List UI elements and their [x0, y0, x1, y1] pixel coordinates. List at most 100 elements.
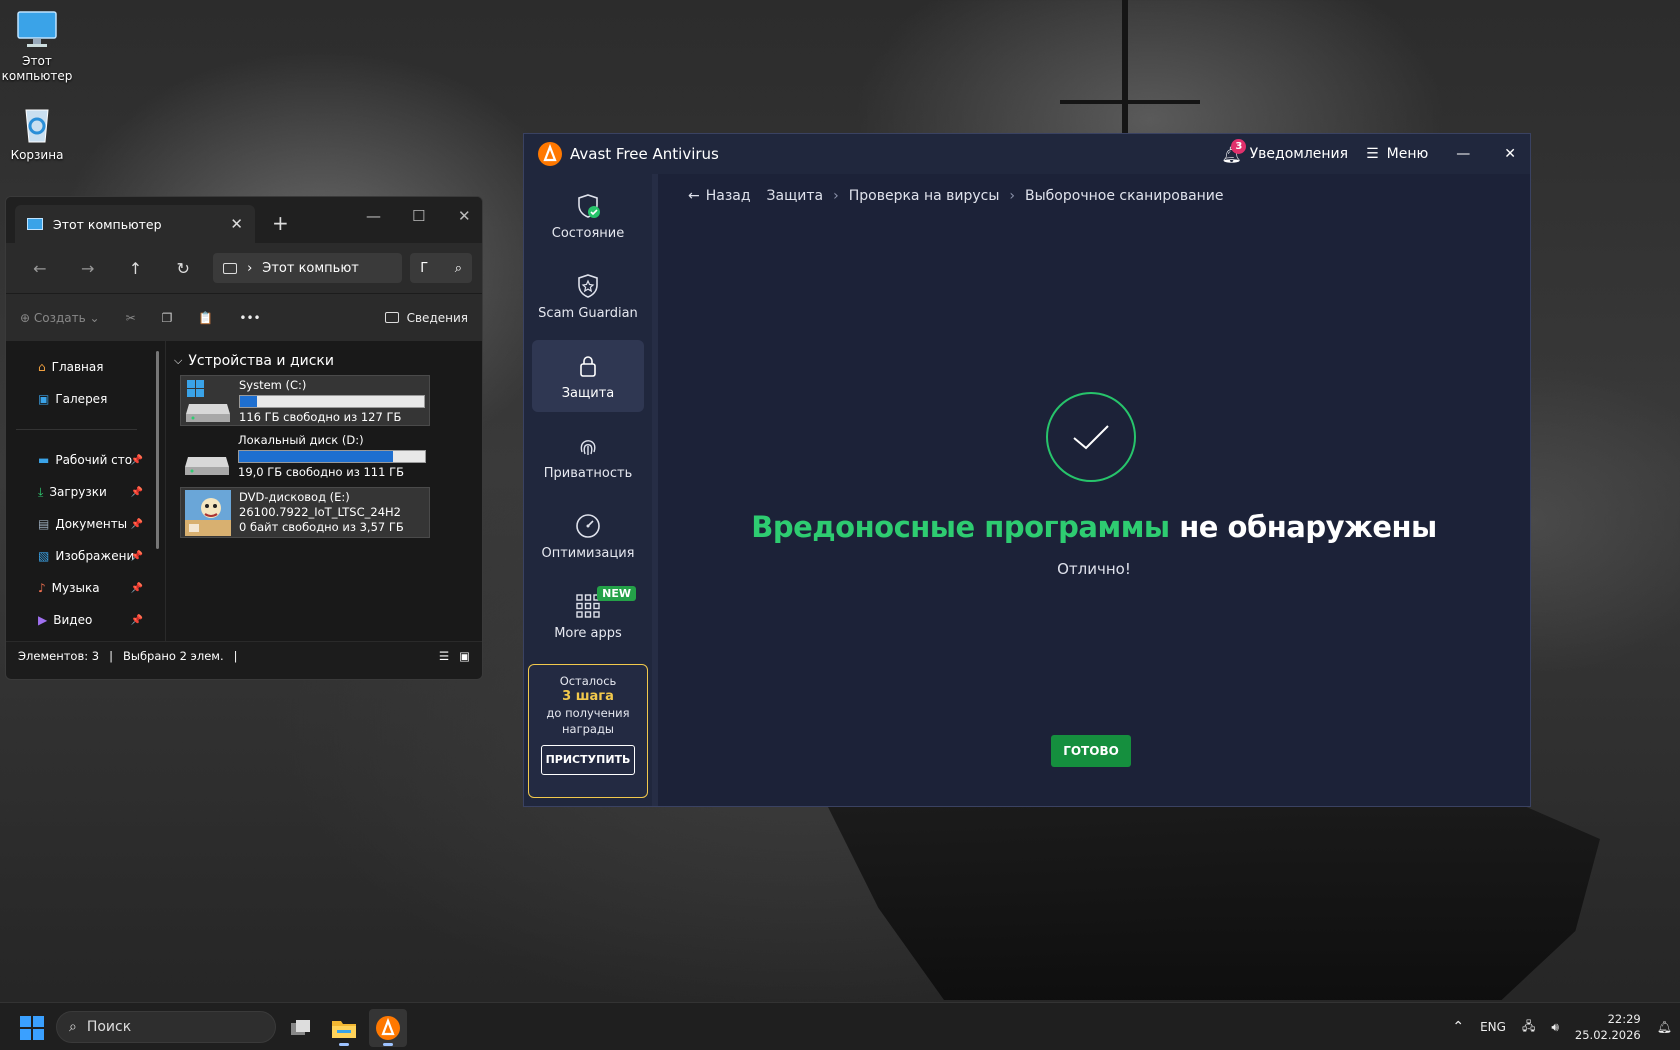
reward-steps: 3 шага: [562, 689, 614, 704]
details-button[interactable]: Сведения: [384, 311, 468, 325]
task-view-icon[interactable]: [282, 1009, 320, 1047]
minimize-icon[interactable]: —: [366, 207, 381, 225]
close-window-icon[interactable]: ✕: [1504, 146, 1516, 162]
wallpaper-mast: [1060, 100, 1200, 104]
back-arrow-icon[interactable]: ←: [16, 259, 64, 278]
breadcrumb-item[interactable]: Проверка на вирусы: [849, 188, 1000, 204]
network-icon[interactable]: 🖧︎: [1522, 1017, 1535, 1038]
video-icon: ▶: [38, 613, 48, 627]
monitor-icon: [223, 262, 238, 274]
nav-protection[interactable]: Защита: [532, 340, 644, 412]
back-button[interactable]: ← Назад: [688, 188, 751, 204]
sidebar-item-downloads[interactable]: ⤓ Загрузки 📌: [6, 476, 165, 508]
monitor-icon: [27, 218, 43, 230]
volume-icon[interactable]: 🔊︎: [1551, 1020, 1559, 1035]
minimize-icon[interactable]: —: [1456, 146, 1470, 162]
drive-usage-bar: [239, 395, 425, 408]
sidebar-item-music[interactable]: ♪ Музыка 📌: [6, 572, 165, 604]
avast-content: ← Назад Защита › Проверка на вирусы › Вы…: [652, 174, 1530, 806]
close-window-icon[interactable]: ✕: [458, 207, 471, 225]
drive-item-d[interactable]: Локальный диск (D:) 19,0 ГБ свободно из …: [180, 431, 430, 482]
explorer-status-bar: Элементов: 3 | Выбрано 2 элем. | ☰ ▣: [6, 641, 482, 669]
drive-item-e[interactable]: DVD-дисковод (E:) 26100.7922_IoT_LTSC_24…: [180, 487, 430, 538]
create-button[interactable]: ⊕ Создать ⌄: [20, 311, 100, 325]
drive-name: DVD-дисковод (E:): [239, 490, 350, 504]
paste-icon[interactable]: 📋: [198, 311, 213, 325]
desktop-icon-this-pc[interactable]: Этот компьютер: [0, 10, 75, 84]
desktop-icon-label: Этот компьютер: [1, 54, 73, 83]
desktop-icon-recycle-bin[interactable]: Корзина: [0, 104, 75, 163]
selected-count: Выбрано 2 элем.: [122, 648, 224, 663]
windows-start-icon[interactable]: [20, 1016, 44, 1040]
drive-info: 116 ГБ свободно из 127 ГБ: [239, 410, 402, 424]
new-tab-icon[interactable]: +: [272, 211, 289, 235]
sidebar-item-pictures[interactable]: ▧ Изображени 📌: [6, 540, 165, 572]
hard-drive-icon: [184, 433, 230, 479]
pin-icon: 📌: [130, 550, 143, 562]
chevron-right-icon: ›: [1009, 188, 1016, 204]
notification-center-icon[interactable]: 🔔︎: [1657, 1020, 1672, 1034]
clock[interactable]: 22:29 25.02.2026: [1575, 1011, 1641, 1043]
sidebar-scrollbar[interactable]: [156, 351, 159, 549]
sidebar-item-gallery[interactable]: ▣ Галерея: [6, 383, 165, 415]
breadcrumb-item[interactable]: Защита: [767, 188, 824, 204]
up-arrow-icon[interactable]: ↑: [112, 259, 160, 278]
forward-arrow-icon[interactable]: →: [64, 259, 112, 278]
document-icon: ▤: [38, 517, 50, 531]
reward-line: Осталось: [559, 674, 617, 688]
search-icon: ⌕: [454, 260, 463, 276]
start-reward-button[interactable]: ПРИСТУПИТЬ: [540, 745, 636, 775]
explorer-tab[interactable]: Этот компьютер ✕: [15, 205, 255, 243]
monitor-icon: [16, 10, 58, 50]
chevron-right-icon: ›: [247, 260, 253, 276]
refresh-icon[interactable]: ↻: [159, 259, 207, 278]
recycle-bin-icon: [16, 104, 58, 144]
drive-item-c[interactable]: System (C:) 116 ГБ свободно из 127 ГБ: [180, 375, 430, 426]
system-drive-icon: [185, 378, 231, 424]
reward-line: до получения: [546, 706, 630, 720]
download-icon: ⤓: [38, 484, 44, 499]
details-view-icon[interactable]: ☰: [439, 649, 449, 663]
desktop-folder-icon: ▬: [38, 453, 50, 467]
cut-icon[interactable]: ✂: [126, 311, 136, 325]
search-box[interactable]: Г ⌕: [410, 253, 473, 283]
nav-scam-guardian[interactable]: Scam Guardian: [532, 260, 644, 332]
shield-star-icon: [578, 273, 598, 298]
more-options-icon[interactable]: •••: [239, 311, 260, 325]
pin-icon: 📌: [130, 614, 143, 626]
sidebar-item-desktop[interactable]: ▬ Рабочий сто 📌: [6, 444, 165, 476]
breadcrumb-item: Выборочное сканирование: [1025, 188, 1224, 204]
new-badge: NEW: [597, 586, 636, 601]
address-bar[interactable]: › Этот компьют: [213, 253, 403, 283]
file-explorer-window[interactable]: Этот компьютер ✕ + — ☐ ✕ ← → ↑ ↻ › Этот …: [5, 196, 483, 680]
language-indicator[interactable]: ENG: [1480, 1020, 1506, 1034]
sidebar-item-home[interactable]: ⌂ Главная: [6, 351, 165, 383]
nav-more-apps[interactable]: NEW More apps: [532, 580, 644, 652]
taskbar-search[interactable]: ⌕ Поиск: [56, 1011, 276, 1043]
running-indicator: [383, 1043, 393, 1046]
chevron-up-icon[interactable]: ⌃: [1452, 1019, 1464, 1035]
avast-taskbar-icon[interactable]: [369, 1009, 407, 1047]
avast-window[interactable]: Avast Free Antivirus 🔔︎ 3 Уведомления ☰ М…: [523, 133, 1531, 807]
menu-button[interactable]: ☰ Меню: [1366, 146, 1428, 162]
notifications-button[interactable]: 🔔︎ 3 Уведомления: [1221, 138, 1348, 164]
nav-privacy[interactable]: Приватность: [532, 420, 644, 492]
tiles-view-icon[interactable]: ▣: [459, 649, 470, 663]
explorer-tab-bar: Этот компьютер ✕ + — ☐ ✕: [6, 197, 482, 243]
drive-usage-bar: [238, 450, 426, 463]
success-check-icon: [1046, 392, 1136, 482]
sidebar-item-videos[interactable]: ▶ Видео 📌: [6, 604, 165, 636]
file-explorer-taskbar-icon[interactable]: [325, 1009, 363, 1047]
group-header[interactable]: ⌵ Устройства и диски: [174, 353, 476, 369]
maximize-icon[interactable]: ☐: [412, 207, 425, 225]
details-pane-icon: [384, 312, 399, 323]
nav-status[interactable]: Состояние: [532, 180, 644, 252]
explorer-command-bar: ⊕ Создать ⌄ ✂ ❐ 📋 ••• Сведения: [6, 293, 482, 341]
sidebar-item-documents[interactable]: ▤ Документы 📌: [6, 508, 165, 540]
done-button[interactable]: ГОТОВО: [1051, 735, 1131, 767]
close-tab-icon[interactable]: ✕: [230, 215, 243, 233]
nav-optimization[interactable]: Оптимизация: [532, 500, 644, 572]
pin-icon: 📌: [130, 518, 143, 530]
explorer-navigation-bar: ← → ↑ ↻ › Этот компьют Г ⌕: [6, 243, 482, 293]
copy-icon[interactable]: ❐: [162, 311, 173, 325]
